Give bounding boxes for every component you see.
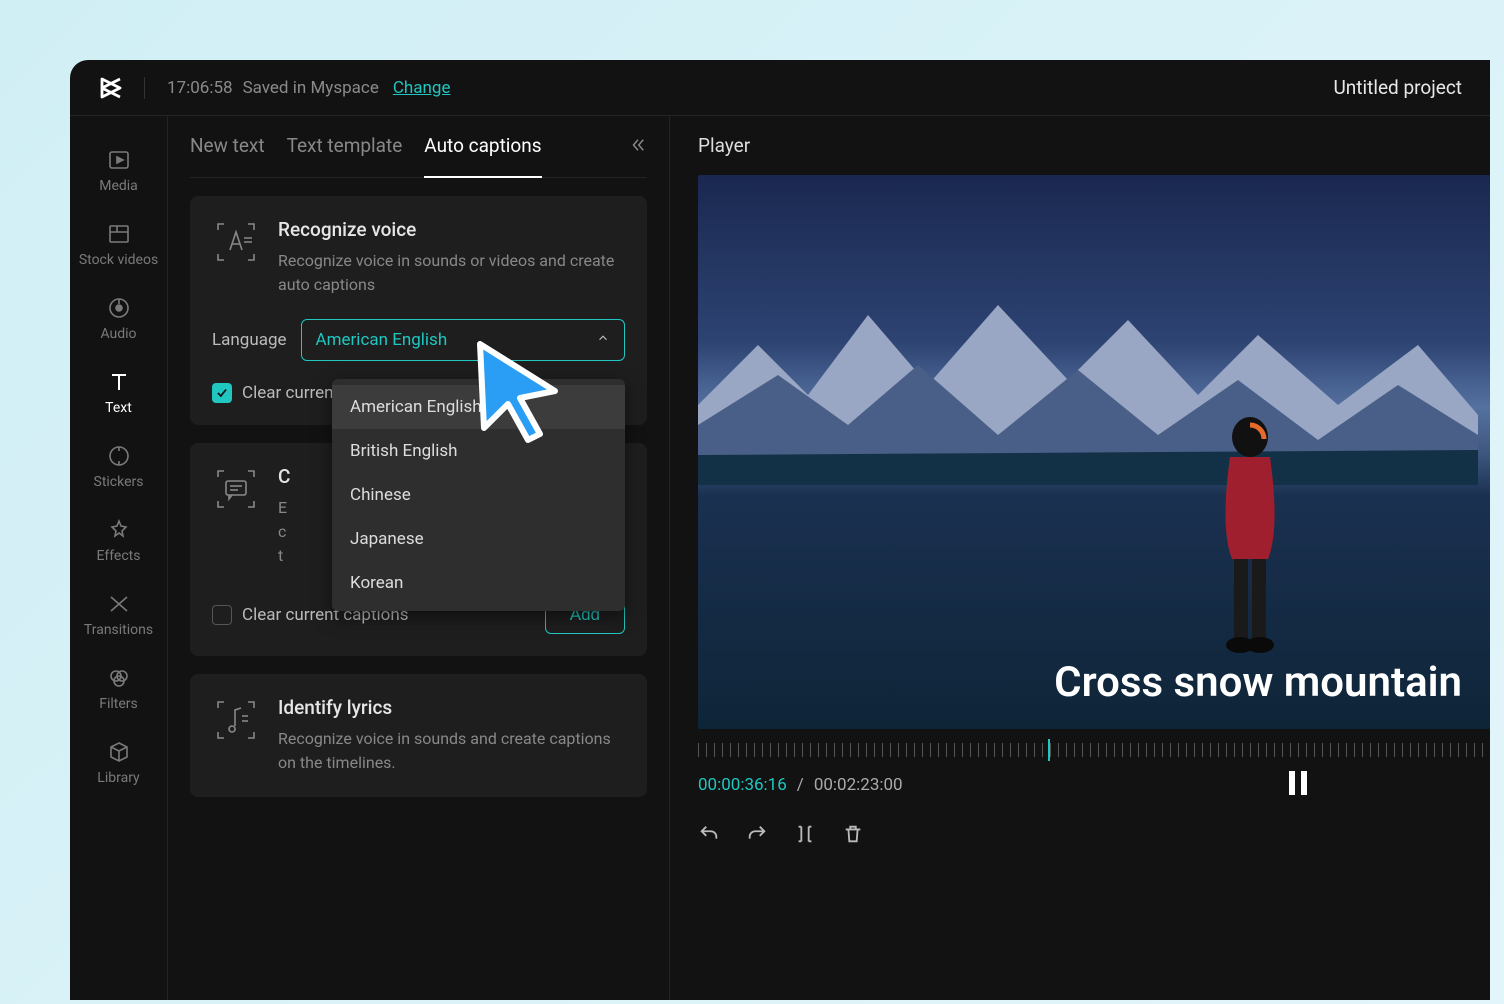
language-option[interactable]: American English bbox=[332, 385, 625, 429]
sidebar-item-transitions[interactable]: Transitions bbox=[70, 578, 167, 652]
panel-tabs: New text Text template Auto captions bbox=[190, 116, 647, 178]
sidebar-item-label: Effects bbox=[97, 548, 141, 564]
undo-button[interactable] bbox=[698, 823, 720, 845]
sidebar-item-stickers[interactable]: Stickers bbox=[70, 430, 167, 504]
captions-card-desc: Ect bbox=[278, 496, 290, 568]
sidebar-item-audio[interactable]: Audio bbox=[70, 282, 167, 356]
clear-captions-label: Clear current captions bbox=[242, 383, 332, 403]
recognize-voice-title: Recognize voice bbox=[278, 218, 625, 241]
language-option[interactable]: Korean bbox=[332, 561, 625, 605]
recognize-voice-card: Recognize voice Recognize voice in sound… bbox=[190, 196, 647, 425]
sidebar-item-label: Library bbox=[97, 770, 139, 786]
sidebar-item-effects[interactable]: Effects bbox=[70, 504, 167, 578]
recognize-voice-desc: Recognize voice in sounds or videos and … bbox=[278, 249, 625, 297]
language-option[interactable]: Chinese bbox=[332, 473, 625, 517]
current-time: 00:00:36:16 bbox=[698, 775, 787, 795]
sidebar-item-label: Audio bbox=[100, 326, 136, 342]
captions-card-title: C bbox=[278, 465, 290, 488]
person-silhouette bbox=[1200, 409, 1300, 669]
lyrics-icon bbox=[212, 696, 260, 744]
identify-lyrics-title: Identify lyrics bbox=[278, 696, 625, 719]
text-panel: New text Text template Auto captions bbox=[168, 116, 670, 1000]
total-time: 00:02:23:00 bbox=[814, 775, 903, 795]
sidebar-item-filters[interactable]: Filters bbox=[70, 652, 167, 726]
sidebar-item-text[interactable]: Text bbox=[70, 356, 167, 430]
save-status: Saved in Myspace bbox=[243, 78, 379, 98]
chevron-up-icon bbox=[596, 330, 610, 350]
sidebar-item-label: Stickers bbox=[94, 474, 144, 490]
mountain-scene bbox=[698, 285, 1478, 485]
sidebar-item-media[interactable]: Media bbox=[70, 134, 167, 208]
tab-new-text[interactable]: New text bbox=[190, 116, 265, 178]
identify-lyrics-card: Identify lyrics Recognize voice in sound… bbox=[190, 674, 647, 797]
recognize-voice-icon bbox=[212, 218, 260, 266]
save-timestamp: 17:06:58 bbox=[167, 78, 233, 98]
delete-button[interactable] bbox=[842, 823, 864, 845]
app-logo-icon bbox=[98, 75, 124, 101]
topbar: 17:06:58 Saved in Myspace Change Untitle… bbox=[70, 60, 1490, 116]
time-display: 00:00:36:16 / 00:02:23:00 bbox=[698, 769, 1490, 801]
time-separator: / bbox=[797, 775, 804, 795]
sidebar-item-label: Stock videos bbox=[79, 252, 158, 268]
caption-icon bbox=[212, 465, 260, 513]
redo-button[interactable] bbox=[746, 823, 768, 845]
sidebar-item-library[interactable]: Library bbox=[70, 726, 167, 800]
sidebar: Media Stock videos Audio Text Stickers E… bbox=[70, 116, 168, 1000]
identify-lyrics-desc: Recognize voice in sounds and create cap… bbox=[278, 727, 625, 775]
player-title: Player bbox=[698, 134, 1490, 157]
timeline-ruler[interactable] bbox=[698, 739, 1490, 761]
separator bbox=[144, 77, 145, 99]
language-label: Language bbox=[212, 330, 287, 350]
sidebar-item-stock-videos[interactable]: Stock videos bbox=[70, 208, 167, 282]
tab-text-template[interactable]: Text template bbox=[287, 116, 403, 178]
video-caption-text: Cross snow mountain bbox=[1054, 658, 1462, 707]
clear-captions-checkbox[interactable] bbox=[212, 383, 232, 403]
sidebar-item-label: Transitions bbox=[84, 622, 153, 638]
player-panel: Player Cross snow mountain bbox=[670, 116, 1490, 1000]
language-selected-value: American English bbox=[316, 330, 448, 350]
project-title[interactable]: Untitled project bbox=[1333, 76, 1462, 99]
change-link[interactable]: Change bbox=[393, 78, 451, 98]
language-option[interactable]: British English bbox=[332, 429, 625, 473]
language-option[interactable]: Japanese bbox=[332, 517, 625, 561]
sidebar-item-label: Filters bbox=[99, 696, 138, 712]
pause-button[interactable] bbox=[1286, 769, 1310, 801]
player-toolbar bbox=[698, 823, 1490, 857]
language-dropdown: American English British English Chinese… bbox=[332, 379, 625, 611]
collapse-panel-icon[interactable] bbox=[629, 135, 647, 159]
playhead[interactable] bbox=[1048, 739, 1050, 761]
sidebar-item-label: Text bbox=[105, 400, 132, 416]
split-button[interactable] bbox=[794, 823, 816, 845]
sidebar-item-label: Media bbox=[99, 178, 138, 194]
video-preview[interactable]: Cross snow mountain bbox=[698, 175, 1490, 729]
tab-auto-captions[interactable]: Auto captions bbox=[424, 116, 541, 178]
language-select[interactable]: American English bbox=[301, 319, 625, 361]
clear-captions-checkbox-2[interactable] bbox=[212, 605, 232, 625]
app-window: 17:06:58 Saved in Myspace Change Untitle… bbox=[70, 60, 1490, 1000]
